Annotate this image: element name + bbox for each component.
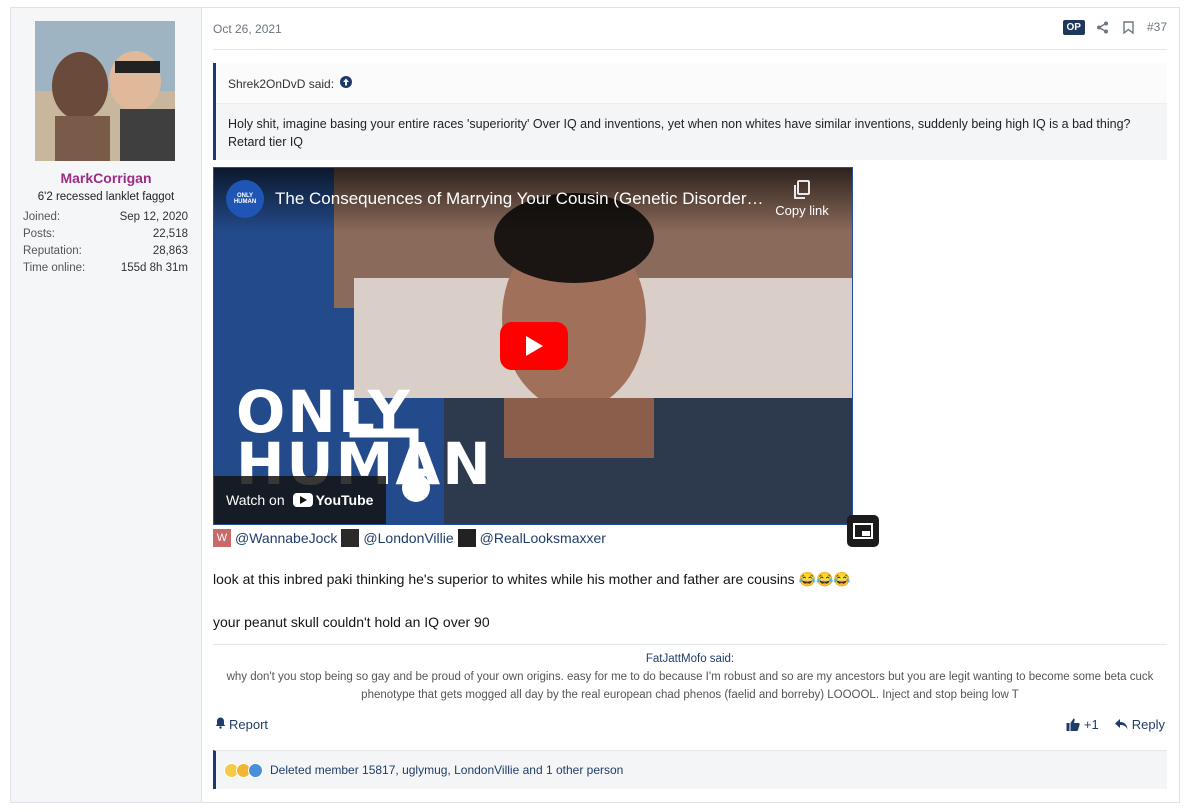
stat-joined: Joined: Sep 12, 2020 <box>23 209 188 226</box>
picture-in-picture-icon[interactable] <box>847 515 879 547</box>
op-badge: OP <box>1062 19 1085 35</box>
quote-header <box>216 63 1167 104</box>
mentions: W @WannabeJock @LondonVillie @RealLooksm… <box>213 528 606 548</box>
post-text: look at this inbred paki thinking he's s… <box>213 571 795 587</box>
report-button[interactable]: Report <box>215 717 268 732</box>
copy-icon <box>772 180 832 203</box>
mention-link[interactable]: @RealLooksmaxxer <box>480 530 606 546</box>
post-date[interactable]: Oct 26, 2021 <box>213 22 282 36</box>
avatar[interactable] <box>457 529 476 547</box>
quote-block: Shrek2OnDvD said: Holy shit, imagine bas… <box>213 63 1167 160</box>
avatar[interactable] <box>341 529 360 547</box>
bell-icon <box>215 717 226 732</box>
copy-link-label: Copy link <box>775 203 829 218</box>
post-actions: OP #37 <box>1062 19 1167 35</box>
stat-value: Sep 12, 2020 <box>119 211 188 223</box>
reactions-list[interactable]: Deleted member 15817, uglymug, LondonVil… <box>270 763 623 777</box>
reply-button[interactable]: Reply <box>1114 717 1165 732</box>
youtube-play-icon <box>292 493 313 507</box>
report-label: Report <box>229 717 269 732</box>
forum-post: MarkCorrigan 6'2 recessed lanklet faggot… <box>10 7 1180 803</box>
stat-value: 155d 8h 31m <box>120 262 188 274</box>
signature: FatJattMofo said: why don't you stop bei… <box>213 650 1167 704</box>
stat-label: Reputation: <box>23 245 82 257</box>
signature-author[interactable]: FatJattMofo said: <box>213 650 1167 668</box>
post-text-line: your peanut skull couldn't hold an IQ ov… <box>213 614 490 630</box>
reaction-icons <box>224 762 263 778</box>
reply-arrow-icon <box>1114 719 1128 730</box>
avatar[interactable]: W <box>213 529 231 547</box>
thumbs-up-icon <box>1066 718 1080 731</box>
post-main: Oct 26, 2021 OP #37 Shrek2OnDvD said: Ho… <box>202 8 1179 802</box>
mention-link[interactable]: @LondonVillie <box>363 530 453 546</box>
watch-on-youtube-button[interactable]: Watch on YouTube <box>214 476 386 524</box>
stat-reputation: Reputation: 28,863 <box>23 243 188 260</box>
youtube-embed[interactable]: ONLY HUMAN The Consequences of Marrying … <box>213 167 853 525</box>
quote-text: Holy shit, imagine basing your entire ra… <box>228 117 1131 149</box>
arrow-up-circle-icon[interactable] <box>340 76 353 91</box>
reactions-bar[interactable]: Deleted member 15817, uglymug, LondonVil… <box>213 750 1167 789</box>
post-text-line: look at this inbred paki thinking he's s… <box>213 571 851 588</box>
user-sidebar: MarkCorrigan 6'2 recessed lanklet faggot… <box>11 8 202 802</box>
username[interactable]: MarkCorrigan <box>11 170 201 186</box>
youtube-wordmark: YouTube <box>315 492 374 508</box>
video-title[interactable]: The Consequences of Marrying Your Cousin… <box>275 189 765 209</box>
like-count: +1 <box>1083 717 1099 732</box>
reply-label: Reply <box>1131 717 1165 732</box>
water-drop-icon <box>248 762 263 778</box>
like-button[interactable]: +1 <box>1066 717 1099 732</box>
laughing-emoji-icon: 😂😂😂 <box>798 571 851 587</box>
stat-value: 28,863 <box>152 245 188 257</box>
user-title: 6'2 recessed lanklet faggot <box>37 191 175 203</box>
post-number[interactable]: #37 <box>1147 20 1167 34</box>
share-icon[interactable] <box>1095 19 1111 35</box>
bookmark-icon[interactable] <box>1121 19 1137 35</box>
quote-attribution[interactable]: Shrek2OnDvD said: <box>228 76 353 91</box>
stat-label: Joined: <box>23 211 61 223</box>
stat-label: Time online: <box>23 262 86 274</box>
signature-divider <box>213 644 1167 645</box>
post-footer-actions: +1 Reply <box>1066 717 1165 732</box>
user-stats: Joined: Sep 12, 2020 Posts: 22,518 Reputat… <box>23 209 188 277</box>
play-button[interactable] <box>500 322 568 370</box>
avatar[interactable] <box>35 21 175 161</box>
quote-author[interactable]: Shrek2OnDvD said: <box>228 77 334 91</box>
stat-label: Posts: <box>23 228 55 240</box>
youtube-logo: YouTube <box>292 492 374 508</box>
channel-logo[interactable]: ONLY HUMAN <box>226 180 264 218</box>
signature-text: why don't you stop being so gay and be p… <box>226 671 1154 701</box>
watch-on-label: Watch on <box>226 492 285 508</box>
copy-link-button[interactable]: Copy link <box>772 180 832 218</box>
stat-posts: Posts: 22,518 <box>23 226 188 243</box>
stat-value: 22,518 <box>152 228 188 240</box>
mention-link[interactable]: @WannabeJock <box>235 530 337 546</box>
stat-time-online: Time online: 155d 8h 31m <box>23 260 188 277</box>
divider <box>213 49 1167 50</box>
